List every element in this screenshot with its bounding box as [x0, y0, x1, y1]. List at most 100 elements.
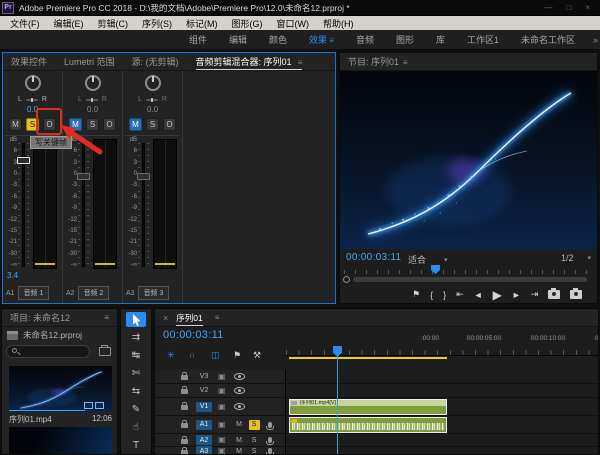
sync-lock-icon[interactable]: ▣ [218, 446, 226, 455]
menu-item-1[interactable]: 文件(F) [4, 17, 46, 30]
hand-tool[interactable]: ☝ [126, 420, 146, 435]
toggle-track-output-icon[interactable] [234, 373, 245, 380]
close-button[interactable]: × [585, 3, 590, 12]
selection-tool[interactable] [126, 312, 146, 327]
pan-slider[interactable] [146, 99, 158, 101]
type-tool[interactable]: T [126, 438, 146, 453]
write-keyframes-button[interactable]: O [163, 118, 176, 131]
track-mute-button[interactable]: M [234, 448, 245, 455]
go-to-in-button[interactable]: ⇤ [456, 289, 464, 300]
track-name-box[interactable]: 音频 1 [18, 286, 50, 300]
clip-usage-badge-icon[interactable] [95, 402, 104, 409]
linked-selection-toggle[interactable]: ◫ [211, 349, 220, 361]
scrollbar-knob[interactable] [343, 276, 350, 283]
program-tab[interactable]: 节目: 序列01≡ [348, 53, 408, 71]
timeline-audio-clip[interactable] [289, 417, 447, 433]
track-label-a1[interactable]: A1 [196, 420, 212, 430]
zoom-level-select[interactable]: 适合▾ [408, 253, 448, 266]
timeline-timecode[interactable]: 00:00:03:11 [163, 329, 224, 341]
mark-out-button[interactable]: } [443, 290, 446, 300]
sync-lock-icon[interactable]: ▣ [218, 420, 226, 430]
sync-lock-icon[interactable]: ▣ [218, 402, 226, 412]
search-input[interactable] [6, 345, 90, 358]
mark-in-button[interactable]: { [430, 290, 433, 300]
workspace-tab[interactable]: 效果 ≡ [298, 33, 345, 46]
menu-item-4[interactable]: 序列(S) [136, 17, 178, 30]
playback-resolution-select[interactable]: 1/2▾ [561, 253, 591, 263]
track-lock-icon[interactable] [181, 389, 188, 394]
track-lock-icon[interactable] [181, 450, 188, 455]
close-panel-icon[interactable]: × [163, 313, 168, 323]
sync-lock-icon[interactable]: ▣ [218, 435, 226, 445]
pan-slider[interactable] [86, 99, 98, 101]
workspace-tab[interactable]: 组件 [178, 33, 218, 46]
panel-tab[interactable]: Lumetri 范围 [64, 53, 115, 71]
sync-lock-icon[interactable]: ▣ [218, 386, 226, 396]
menu-item-2[interactable]: 编辑(E) [48, 17, 90, 30]
track-label-a2[interactable]: A2 [196, 435, 212, 445]
workspace-tab[interactable]: 工作区1 [456, 33, 510, 46]
pan-knob[interactable] [145, 75, 161, 91]
track-label-v3[interactable]: V3 [196, 372, 212, 382]
step-forward-button[interactable]: ► [512, 290, 521, 300]
track-mute-button[interactable]: M [234, 421, 245, 428]
menu-item-8[interactable]: 帮助(H) [317, 17, 360, 30]
workspace-overflow-icon[interactable]: » [593, 35, 600, 45]
track-label-v1[interactable]: V1 [196, 402, 212, 412]
workspace-tab[interactable]: 编辑 [218, 33, 258, 46]
menu-item-3[interactable]: 剪辑(C) [92, 17, 135, 30]
clip-name[interactable]: 序列01.mp4 [9, 414, 52, 425]
track-lock-icon[interactable] [181, 375, 188, 380]
program-video-frame[interactable] [340, 71, 597, 249]
toggle-track-output-icon[interactable] [234, 387, 245, 394]
track-solo-button[interactable]: S [249, 420, 260, 430]
panel-menu-icon[interactable]: ≡ [403, 58, 408, 67]
program-timecode[interactable]: 00:00:03:11 [346, 252, 401, 263]
new-bin-icon[interactable] [99, 347, 111, 356]
workspace-tab[interactable]: 颜色 [258, 33, 298, 46]
timeline-video-clip[interactable]: 序列01.mp4[V] [289, 399, 447, 415]
track-lock-icon[interactable] [181, 405, 188, 410]
pan-slider[interactable] [26, 99, 38, 101]
clip-thumbnail[interactable] [9, 427, 112, 455]
pan-knob[interactable] [85, 75, 101, 91]
panel-menu-icon[interactable]: ≡ [296, 58, 303, 67]
add-marker-button[interactable]: ⚑ [412, 289, 420, 300]
mute-button[interactable]: M [129, 118, 142, 131]
go-to-out-button[interactable]: ⇥ [531, 289, 539, 300]
nest-toggle[interactable]: ✳ [167, 349, 175, 361]
track-lock-icon[interactable] [181, 439, 188, 444]
track-lock-icon[interactable] [181, 423, 188, 428]
razor-tool[interactable]: ✄ [126, 366, 146, 381]
sequence-tab[interactable]: 序列01 [176, 309, 202, 327]
track-solo-button[interactable]: S [249, 437, 260, 444]
track-label-v2[interactable]: V2 [196, 386, 212, 396]
toggle-track-output-icon[interactable] [234, 403, 245, 410]
voiceover-record-icon[interactable] [268, 422, 272, 428]
project-tab[interactable]: 项目: 未命名12 [10, 309, 70, 327]
program-scrubber[interactable] [344, 267, 593, 274]
slip-tool[interactable]: ⇆ [126, 384, 146, 399]
clip-usage-badge-icon[interactable] [84, 402, 93, 409]
menu-item-5[interactable]: 标记(M) [180, 17, 224, 30]
timeline-ruler[interactable]: :00:0000:00:05:0000:00:10:0000:00:15:000… [286, 335, 598, 345]
comparison-view-button[interactable] [570, 290, 582, 299]
workspace-tab[interactable]: 库 [425, 33, 456, 46]
panel-tab[interactable]: 源: (无剪辑) [132, 53, 179, 71]
pan-knob[interactable] [25, 75, 41, 91]
timeline-ruler-ticks[interactable] [286, 345, 598, 356]
fader-handle[interactable] [77, 173, 90, 180]
panel-tab[interactable]: 效果控件 [11, 53, 47, 71]
project-file-name[interactable]: 未命名12.prproj [23, 329, 82, 341]
track-name-box[interactable]: 音频 2 [78, 286, 110, 300]
menu-item-6[interactable]: 图形(G) [226, 17, 269, 30]
track-label-a3[interactable]: A3 [196, 446, 212, 455]
pen-tool[interactable]: ✎ [126, 402, 146, 417]
panel-menu-icon[interactable]: ≡ [104, 313, 109, 322]
solo-button[interactable]: S [146, 118, 159, 131]
program-scrollbar[interactable] [353, 277, 587, 282]
fader-track[interactable] [142, 143, 145, 267]
play-button[interactable]: ▶ [493, 288, 502, 302]
step-back-button[interactable]: ◄ [474, 290, 483, 300]
sync-lock-icon[interactable]: ▣ [218, 372, 226, 382]
